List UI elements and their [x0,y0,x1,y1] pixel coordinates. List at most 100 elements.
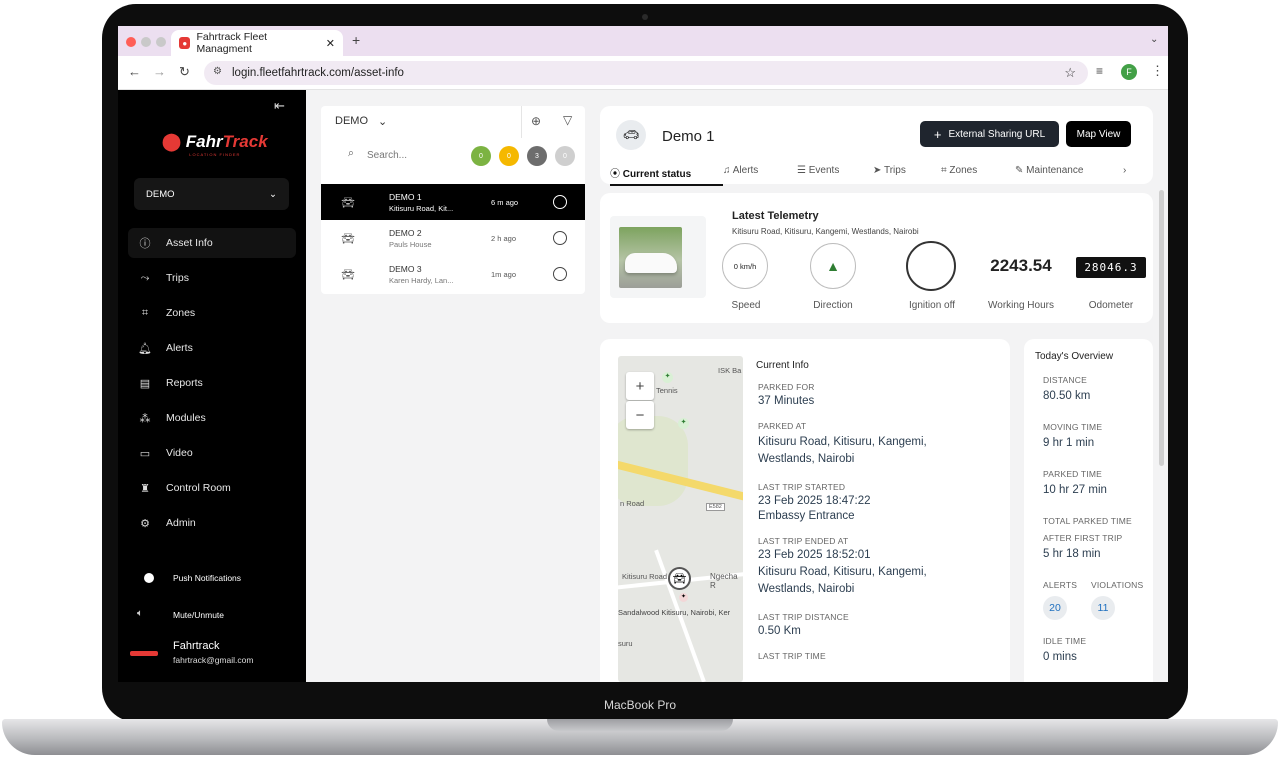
site-settings-icon[interactable]: ⚙ [213,66,222,77]
speaker-icon[interactable]: 🔈︎ [137,608,143,619]
new-tab-icon[interactable]: + [352,32,360,48]
field-label: LAST TRIP DISTANCE [758,612,849,622]
tab-alerts[interactable]: ♫ Alerts [723,165,797,186]
tab-zones[interactable]: ⌗ Zones [941,165,1015,186]
bookmark-star-icon[interactable]: ☆ [1064,65,1076,81]
status-badge[interactable]: 0 [499,146,519,166]
sidebar-item-label: Reports [166,377,203,389]
field-value: 0.50 Km [758,625,801,637]
profile-avatar[interactable]: F [1121,64,1137,80]
overview-card: Today's Overview DISTANCE 80.50 km MOVIN… [1024,339,1153,682]
asset-name: DEMO 1 [389,191,422,202]
tabs-next-icon[interactable]: › [1123,165,1126,186]
telemetry-address: Kitisuru Road, Kitisuru, Kangemi, Westla… [732,227,919,236]
sidebar-item-trips[interactable]: ⤳ Trips [128,263,296,293]
speed-gauge: 0 km/h [722,243,768,289]
idle-time-label: IDLE TIME [1043,636,1087,646]
road-shield: E582 [706,503,725,511]
violations-count-badge[interactable]: 11 [1091,596,1115,620]
sidebar-item-label: Asset Info [166,237,213,249]
field-value: 23 Feb 2025 18:52:01 [758,549,871,561]
sidebar-item-label: Video [166,447,193,459]
bell-icon: ♫ [723,165,733,176]
tab-search-chevron-icon[interactable]: ⌄ [1150,34,1158,45]
maximize-window-button[interactable] [156,37,166,47]
map-label: n Road [620,499,645,508]
report-icon: ▤ [139,377,151,390]
user-logo [130,651,158,656]
violations-label: VIOLATIONS [1091,580,1144,590]
sidebar-item-label: Alerts [166,342,193,354]
reload-icon[interactable]: ↻ [179,64,190,80]
close-window-button[interactable] [126,37,136,47]
idle-time-value: 0 mins [1043,651,1077,663]
search-input[interactable]: Search... [367,150,407,161]
tab-maintenance[interactable]: ✎ Maintenance [1015,165,1123,186]
address-bar[interactable]: ⚙ login.fleetfahrtrack.com/asset-info ☆ [204,61,1088,85]
status-badge[interactable]: 0 [555,146,575,166]
asset-name: DEMO 2 [389,227,422,238]
status-badge[interactable]: 0 [471,146,491,166]
moving-time-label: MOVING TIME [1043,422,1103,432]
direction-label: Direction [813,300,853,311]
asset-time: 1m ago [491,269,517,279]
forward-icon[interactable]: → [153,64,166,79]
asset-time: 6 m ago [491,197,519,207]
parked-time-label: PARKED TIME [1043,469,1103,479]
tab-close-icon[interactable]: ✕ [326,37,335,50]
working-hours-label: Working Hours [988,300,1054,311]
collapse-sidebar-icon[interactable]: ⇤ [274,98,285,114]
mini-map[interactable]: + − ✦ Tennis ISK Ba ✦ n Road E582 🚘︎ Kit… [618,356,743,682]
list-item[interactable]: 🚘︎ DEMO 1 Kitisuru Road, Kit... 6 m ago [321,184,585,220]
chevron-down-icon: ⌄ [378,116,388,128]
sidebar-item-video[interactable]: ▭ Video [128,438,296,468]
sidebar-item-zones[interactable]: ⌗ Zones [128,298,296,328]
browser-tab[interactable]: ● Fahrtrack Fleet Managment ✕ [171,30,343,56]
account-selector[interactable]: DEMO ⌄ [134,178,289,210]
sidebar-item-admin[interactable]: ⚙ Admin [128,508,296,538]
list-item[interactable]: 🚘︎ DEMO 3 Karen Hardy, Lan... 1m ago [321,256,585,292]
zones-icon: ⌗ [141,306,149,319]
tab-current-status[interactable]: ⦿ Current status [610,165,723,186]
push-notifications-label: Push Notifications [173,573,242,583]
reading-list-icon[interactable]: ≡ [1096,64,1103,78]
external-sharing-button[interactable]: + External Sharing URL [920,121,1059,147]
sidebar-item-reports[interactable]: ▤ Reports [128,368,296,398]
alerts-label: ALERTS [1043,580,1078,590]
ignition-indicator [906,241,956,291]
sidebar-item-control-room[interactable]: ♜ Control Room [128,473,296,503]
sidebar-item-modules[interactable]: ⁂ Modules [128,403,296,433]
tab-events[interactable]: ☰ Events [797,165,873,186]
alerts-count-badge[interactable]: 20 [1043,596,1067,620]
vehicle-photo-frame [610,216,706,298]
status-badge[interactable]: 3 [527,146,547,166]
video-icon: ▭ [139,447,151,460]
list-item[interactable]: 🚘︎ DEMO 2 Pauls House 2 h ago [321,220,585,256]
field-label: PARKED AT [758,421,807,431]
select-radio[interactable] [553,267,567,281]
mute-toggle[interactable]: Mute/Unmute [173,610,224,620]
sidebar-item-alerts[interactable]: 🔔︎ Alerts [128,333,296,363]
ignition-label: Ignition off [909,300,955,311]
group-selector[interactable]: DEMO ⌄ [335,115,387,128]
car-icon: 🚘︎ [341,232,355,245]
tab-trips[interactable]: ➤ Trips [873,165,941,186]
total-parked-label: TOTAL PARKED TIME [1043,516,1132,526]
scrollbar-thumb[interactable] [1159,190,1164,466]
back-icon[interactable]: ← [128,64,141,79]
map-zoom-out-button[interactable]: − [626,401,654,429]
map-view-button[interactable]: Map View [1066,121,1131,147]
minimize-window-button[interactable] [141,37,151,47]
vehicle-marker-icon[interactable]: 🚘︎ [668,567,691,590]
odometer-label: Odometer [1088,300,1134,311]
working-hours-value: 2243.54 [990,256,1052,275]
filter-icon[interactable]: ▽ [563,113,572,127]
telemetry-card: Latest Telemetry Kitisuru Road, Kitisuru… [600,193,1153,323]
browser-menu-icon[interactable]: ⋮ [1151,63,1164,79]
select-radio[interactable] [553,231,567,245]
push-toggle[interactable] [144,573,154,583]
map-zoom-in-button[interactable]: + [626,372,654,400]
zoom-search-icon[interactable]: ⊕ [531,114,541,128]
select-radio[interactable] [553,195,567,209]
sidebar-item-asset-info[interactable]: ⓘ Asset Info [128,228,296,258]
